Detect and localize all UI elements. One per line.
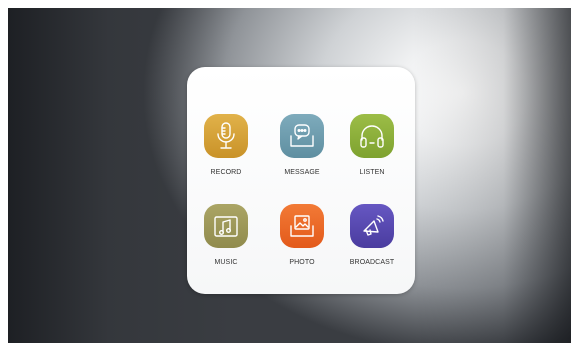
desktop-background: RECORD MESSAGE LISTEN MUSIC PHOTO BROADC… [8, 8, 571, 343]
app-label-message: MESSAGE [284, 169, 320, 176]
app-label-photo: PHOTO [289, 259, 315, 266]
app-launcher-panel: RECORD MESSAGE LISTEN MUSIC PHOTO BROADC… [187, 67, 415, 294]
app-tile-broadcast[interactable]: BROADCAST [332, 204, 412, 284]
app-label-listen: LISTEN [359, 169, 385, 176]
app-label-music: MUSIC [214, 259, 238, 266]
app-tile-record[interactable]: RECORD [186, 114, 266, 194]
app-label-broadcast: BROADCAST [349, 259, 395, 266]
headphones-icon [350, 114, 394, 158]
app-tile-photo[interactable]: PHOTO [262, 204, 342, 284]
app-tile-message[interactable]: MESSAGE [262, 114, 342, 194]
music-note-icon [204, 204, 248, 248]
app-tile-listen[interactable]: LISTEN [332, 114, 412, 194]
app-label-record: RECORD [210, 169, 242, 176]
app-tile-music[interactable]: MUSIC [186, 204, 266, 284]
chat-bubble-icon [280, 114, 324, 158]
image-icon [280, 204, 324, 248]
megaphone-icon [350, 204, 394, 248]
microphone-icon [204, 114, 248, 158]
